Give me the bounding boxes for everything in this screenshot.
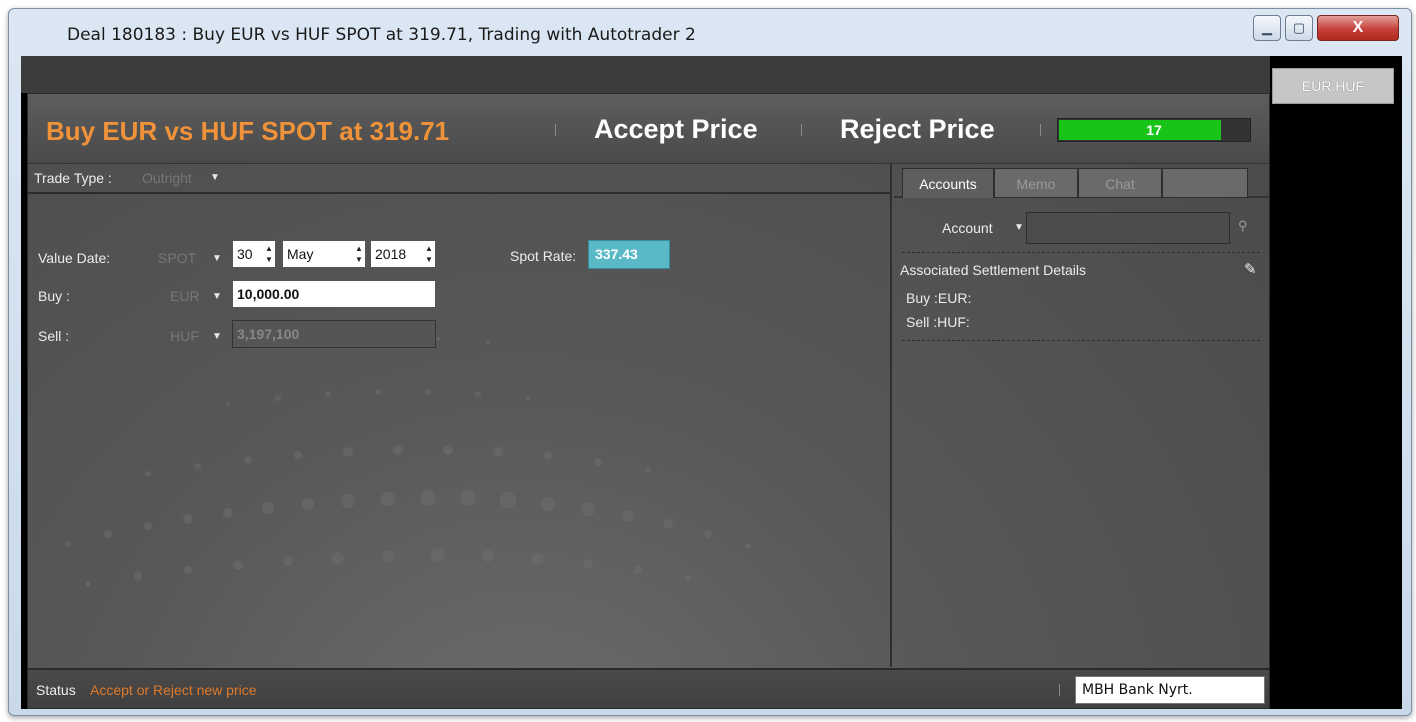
tab-memo[interactable]: Memo	[994, 168, 1078, 198]
sell-amount-input: 3,197,100	[232, 320, 436, 348]
account-search-input[interactable]	[1026, 212, 1230, 244]
chevron-down-icon[interactable]: ▼	[212, 291, 222, 302]
title-bar[interactable]: Deal 180183 : Buy EUR vs HUF SPOT at 319…	[9, 9, 1411, 57]
chevron-down-icon[interactable]: ▼	[1014, 222, 1024, 233]
deal-window: Deal 180183 : Buy EUR vs HUF SPOT at 319…	[8, 8, 1412, 716]
top-strip	[21, 56, 1270, 93]
close-icon: X	[1352, 19, 1364, 36]
spot-rate-value: 337.43	[588, 240, 670, 269]
header-separator	[555, 124, 556, 136]
spinner-icon[interactable]: ▲ ▼	[425, 243, 433, 265]
panel-tabs: Accounts Memo Chat	[894, 164, 1269, 198]
sell-currency[interactable]: HUF	[170, 328, 199, 344]
chevron-down-icon[interactable]: ▼	[212, 253, 222, 264]
month-stepper[interactable]: May ▲ ▼	[282, 240, 366, 268]
tab-accounts[interactable]: Accounts	[902, 168, 994, 198]
trade-type-row: Trade Type : Outright ▼	[28, 164, 890, 194]
header-separator	[1040, 124, 1041, 136]
year-stepper[interactable]: 2018 ▲ ▼	[370, 240, 436, 268]
status-separator	[1059, 684, 1060, 696]
minimize-icon: ▁	[1262, 20, 1272, 35]
divider	[902, 340, 1260, 341]
client-area: EUR.HUF Buy EUR vs HUF SPOT at 319.71 Ac…	[21, 56, 1402, 709]
divider	[902, 252, 1260, 253]
settlement-sell: Sell :HUF:	[906, 314, 970, 330]
year-value: 2018	[375, 246, 407, 262]
day-value: 30	[237, 246, 253, 262]
currency-pair-pane: EUR.HUF	[1270, 56, 1402, 709]
maximize-icon: ▢	[1292, 20, 1306, 35]
status-label: Status	[36, 682, 76, 698]
countdown-value: 17	[1146, 122, 1162, 138]
search-icon[interactable]: ⚲	[1238, 218, 1248, 234]
spot-rate-label: Spot Rate:	[510, 248, 577, 264]
minimize-button[interactable]: ▁	[1253, 15, 1281, 41]
settlement-buy: Buy :EUR:	[906, 290, 972, 306]
trade-type-value[interactable]: Outright	[142, 170, 192, 186]
deal-title: Buy EUR vs HUF SPOT at 319.71	[46, 116, 450, 146]
buy-amount-input[interactable]: 10,000.00	[232, 280, 436, 308]
status-message: Accept or Reject new price	[90, 682, 257, 698]
spinner-icon[interactable]: ▲ ▼	[355, 243, 363, 265]
accounts-panel: Accounts Memo Chat Account ▼ ⚲ Associate…	[894, 164, 1269, 667]
header-separator	[801, 124, 802, 136]
settlement-title: Associated Settlement Details	[900, 262, 1086, 278]
account-label: Account	[942, 220, 993, 236]
tab-eur-huf[interactable]: EUR.HUF	[1272, 68, 1394, 104]
day-stepper[interactable]: 30 ▲ ▼	[232, 240, 276, 268]
deal-header: Buy EUR vs HUF SPOT at 319.71 Accept Pri…	[28, 94, 1269, 164]
chevron-down-icon[interactable]: ▼	[210, 172, 220, 183]
sell-label: Sell :	[38, 328, 70, 344]
chevron-down-icon[interactable]: ▼	[212, 331, 222, 342]
trade-type-label: Trade Type :	[34, 170, 112, 186]
value-date-label: Value Date:	[38, 250, 111, 266]
trade-form: Trade Type : Outright ▼ Value Date: SPOT…	[28, 164, 892, 667]
bank-name-field: MBH Bank Nyrt.	[1075, 676, 1265, 704]
buy-label: Buy :	[38, 288, 70, 304]
accept-price-button[interactable]: Accept Price	[594, 114, 758, 145]
edit-pencil-icon[interactable]: ✎	[1244, 260, 1257, 278]
spinner-icon[interactable]: ▲ ▼	[265, 243, 273, 265]
buy-currency[interactable]: EUR	[170, 288, 200, 304]
window-title: Deal 180183 : Buy EUR vs HUF SPOT at 319…	[67, 25, 696, 45]
close-button[interactable]: X	[1317, 15, 1399, 41]
countdown-bar: 17	[1057, 118, 1251, 142]
tab-chat[interactable]: Chat	[1078, 168, 1162, 198]
tab-empty	[1162, 168, 1248, 198]
reject-price-button[interactable]: Reject Price	[840, 114, 995, 145]
maximize-button[interactable]: ▢	[1285, 15, 1313, 41]
value-date-tenor[interactable]: SPOT	[158, 250, 196, 266]
status-bar: Status Accept or Reject new price MBH Ba…	[28, 668, 1269, 708]
month-value: May	[287, 246, 314, 262]
deal-panel: Buy EUR vs HUF SPOT at 319.71 Accept Pri…	[27, 93, 1270, 709]
